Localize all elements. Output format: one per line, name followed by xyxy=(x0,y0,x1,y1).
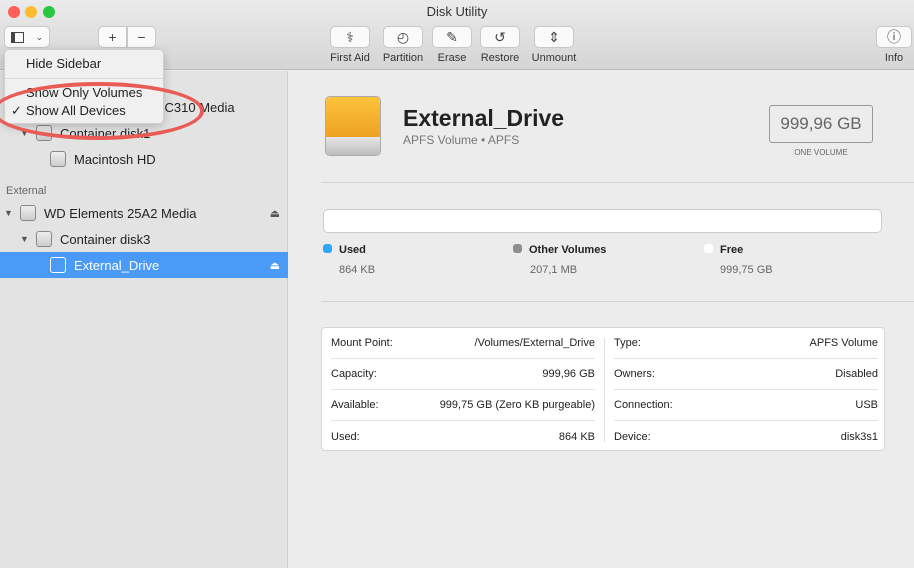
info-row: Connection: USB xyxy=(614,390,878,421)
hard-drive-icon xyxy=(50,151,66,167)
sidebar-view-button[interactable]: ⌄ xyxy=(4,26,50,48)
sidebar-item-label: External_Drive xyxy=(74,257,160,273)
remove-volume-button[interactable]: − xyxy=(127,26,156,48)
info-value: Disabled xyxy=(835,368,878,380)
info-value: 999,75 GB (Zero KB purgeable) xyxy=(439,399,595,411)
stethoscope-icon: ⚕ xyxy=(346,28,354,45)
legend-free: Free xyxy=(704,244,743,256)
info-value: disk3s1 xyxy=(840,430,878,443)
other-volumes-value: 207,1 MB xyxy=(530,264,578,276)
disclosure-triangle-icon[interactable]: ▼ xyxy=(4,208,14,218)
info-key: Used: xyxy=(331,430,360,443)
sidebar-item-label: WD Elements 25A2 Media xyxy=(44,205,197,221)
volume-size-caption: ONE VOLUME xyxy=(794,148,848,157)
info-icon: ⓘ xyxy=(887,29,901,45)
info-value: /Volumes/External_Drive xyxy=(474,337,595,349)
menu-divider xyxy=(5,78,163,79)
info-key: Device: xyxy=(614,430,651,443)
sidebar-item-label: Container disk3 xyxy=(60,231,151,247)
usage-bar xyxy=(323,209,882,233)
legend-other-volumes: Other Volumes xyxy=(513,244,606,256)
info-row: Mount Point: /Volumes/External_Drive xyxy=(331,328,595,359)
info-row: Owners: Disabled xyxy=(614,359,878,390)
menu-item-hide-sidebar[interactable]: Hide Sidebar xyxy=(26,56,101,71)
info-value: 864 KB xyxy=(558,430,595,443)
info-value: USB xyxy=(855,399,878,411)
info-row: Capacity: 999,96 GB xyxy=(331,359,595,390)
info-key: Capacity: xyxy=(331,368,377,380)
unmount-button[interactable]: ⇕ xyxy=(534,26,574,48)
info-row: Available: 999,75 GB (Zero KB purgeable) xyxy=(331,390,595,421)
chevron-down-icon: ⌄ xyxy=(35,31,44,42)
volume-info-table: Mount Point: /Volumes/External_Drive Capac… xyxy=(321,327,885,451)
unmount-icon: ⇕ xyxy=(548,28,560,45)
legend-used: Used xyxy=(323,244,366,256)
erase-button[interactable]: ✎ xyxy=(432,26,472,48)
info-row: Used: 864 KB xyxy=(331,421,595,452)
divider xyxy=(321,301,914,302)
info-key: Connection: xyxy=(614,399,673,411)
info-button[interactable]: ⓘ xyxy=(876,26,912,48)
divider xyxy=(321,182,914,183)
volume-detail: External_Drive APFS Volume • APFS 999,96… xyxy=(289,71,914,568)
sidebar-item-macintosh-hd[interactable]: Macintosh HD xyxy=(0,146,288,172)
sidebar-icon xyxy=(10,31,24,43)
disclosure-triangle-icon[interactable]: ▼ xyxy=(20,234,30,244)
eject-icon[interactable]: ⏏ xyxy=(270,259,280,272)
used-value: 864 KB xyxy=(339,264,376,276)
info-key: Mount Point: xyxy=(331,337,393,349)
info-key: Available: xyxy=(331,399,379,411)
add-volume-button[interactable]: + xyxy=(98,26,127,48)
eject-icon[interactable]: ⏏ xyxy=(270,207,280,220)
restore-icon: ↺ xyxy=(494,28,506,45)
info-row: Type: APFS Volume xyxy=(614,328,878,359)
disk-icon xyxy=(20,205,36,221)
highlight-annotation xyxy=(0,82,204,140)
volume-name: External_Drive xyxy=(403,105,565,131)
pie-icon: ◴ xyxy=(396,28,410,45)
free-value: 999,75 GB xyxy=(720,264,773,276)
sidebar-item-wd-elements[interactable]: ▼ WD Elements 25A2 Media ⏏ xyxy=(0,200,288,226)
disk-icon xyxy=(36,231,52,247)
first-aid-button[interactable]: ⚕ xyxy=(330,26,370,48)
sidebar-item-external-drive[interactable]: External_Drive ⏏ xyxy=(0,252,288,278)
erase-icon: ✎ xyxy=(446,28,458,45)
sidebar: JC310 Media ▼ Container disk1 Macintosh H… xyxy=(0,71,288,568)
partition-button[interactable]: ◴ xyxy=(383,26,423,48)
volume-subtitle: APFS Volume • APFS xyxy=(403,133,520,147)
info-value: APFS Volume xyxy=(809,337,878,349)
sidebar-item-label: Macintosh HD xyxy=(74,151,156,167)
column-divider xyxy=(604,338,605,442)
sidebar-item-container-disk3[interactable]: ▼ Container disk3 xyxy=(0,226,288,252)
info-key: Owners: xyxy=(614,368,655,380)
disk-icon xyxy=(50,257,66,273)
info-value: 999,96 GB xyxy=(542,368,595,380)
external-drive-icon xyxy=(325,96,381,156)
info-key: Type: xyxy=(614,337,641,349)
unmount-label: Unmount xyxy=(531,52,577,64)
volume-size-box: 999,96 GB xyxy=(769,105,873,143)
section-header-external: External xyxy=(6,185,47,197)
restore-button[interactable]: ↺ xyxy=(480,26,520,48)
info-label: Info xyxy=(884,52,904,64)
window-title: Disk Utility xyxy=(426,4,488,19)
info-row: Device: disk3s1 xyxy=(614,421,878,452)
